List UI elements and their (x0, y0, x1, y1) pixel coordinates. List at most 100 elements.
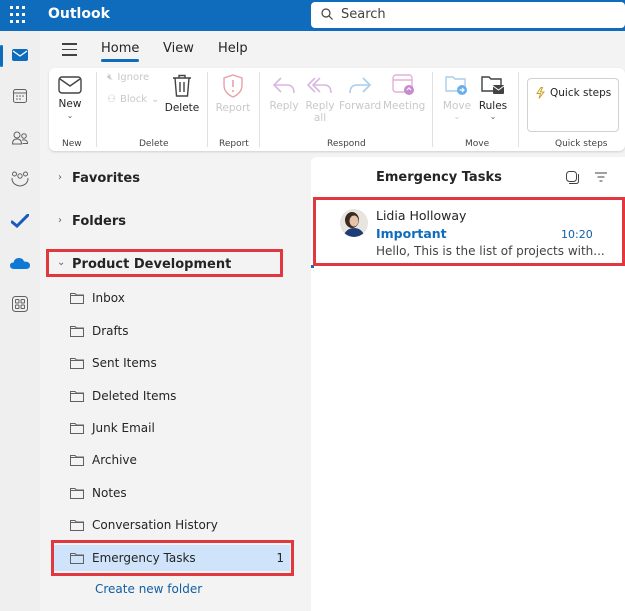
group-label-quick-steps: Quick steps (555, 139, 608, 149)
app-rail (0, 31, 40, 611)
apps-grid-icon (12, 296, 28, 312)
folder-icon (70, 325, 84, 337)
folder-label: Drafts (92, 324, 129, 338)
folder-pane: › Favorites › Folders ⌄ Product Developm… (40, 152, 310, 611)
folder-move-icon (445, 76, 467, 95)
folder-deleted-items[interactable]: Deleted Items (70, 383, 294, 409)
delete-label: Delete (164, 102, 200, 114)
ribbon-divider (518, 72, 519, 147)
folder-label: Inbox (92, 291, 125, 305)
chevron-right-icon[interactable]: › (58, 215, 62, 226)
forward-icon (349, 77, 372, 94)
meeting-button[interactable]: Meeting (383, 74, 425, 112)
message-list: Emergency Tasks Lidia Holloway Important… (311, 157, 625, 611)
folder-icon (70, 390, 84, 402)
ribbon-tabs: Home View Help (40, 31, 625, 67)
hamburger-menu-icon[interactable] (62, 43, 77, 60)
todo-check-icon (11, 214, 29, 228)
tab-view[interactable]: View (163, 41, 194, 56)
meeting-label: Meeting (383, 100, 426, 112)
folder-label: Conversation History (92, 518, 218, 532)
folder-sent-items[interactable]: Sent Items (70, 350, 294, 376)
mail-icon (12, 49, 28, 61)
people-icon (12, 131, 28, 145)
rail-mail[interactable] (0, 37, 40, 73)
quick-steps-gallery[interactable]: Quick steps (527, 78, 619, 132)
folder-drafts[interactable]: Drafts (70, 318, 294, 344)
folder-icon (70, 422, 84, 434)
reply-label: Reply (269, 100, 299, 112)
rail-calendar[interactable] (0, 78, 40, 114)
message-list-title: Emergency Tasks (376, 170, 502, 185)
block-icon: ⚇ (107, 94, 116, 105)
folder-label: Notes (92, 486, 127, 500)
forward-label: Forward (339, 100, 382, 112)
rail-onedrive[interactable] (0, 245, 40, 281)
tab-help[interactable]: Help (218, 41, 248, 56)
report-label: Report (215, 102, 251, 114)
meeting-icon (392, 74, 414, 95)
ignore-button[interactable]: 🔇︎ Ignore (107, 72, 149, 83)
new-mail-button[interactable]: New ⌄ (55, 76, 85, 120)
reply-all-label: Reply (305, 100, 335, 112)
group-label-report: Report (219, 139, 249, 149)
move-label: Move (442, 100, 472, 112)
onedrive-cloud-icon (10, 258, 30, 269)
calendar-icon (13, 89, 27, 103)
chevron-down-icon: ⌄ (66, 111, 74, 120)
folder-icon (70, 519, 84, 531)
chevron-right-icon[interactable]: › (58, 172, 62, 183)
rail-people[interactable] (0, 120, 40, 156)
folder-inbox[interactable]: Inbox (70, 285, 294, 311)
ribbon-divider (432, 72, 433, 147)
delete-button[interactable]: Delete (164, 74, 200, 114)
folder-rules-icon (481, 76, 505, 94)
reply-all-label-2: all (313, 112, 327, 124)
block-button[interactable]: ⚇ Block ⌄ (107, 94, 159, 105)
reply-all-button[interactable]: Reply all (303, 76, 337, 124)
folder-label: Archive (92, 453, 137, 467)
rules-label: Rules (478, 100, 508, 112)
folder-icon (70, 292, 84, 304)
top-bar: Outlook Search (0, 0, 625, 31)
rail-apps[interactable] (0, 286, 40, 322)
folder-notes[interactable]: Notes (70, 480, 294, 506)
group-label-move: Move (465, 139, 490, 149)
group-label-respond: Respond (327, 139, 366, 149)
folder-archive[interactable]: Archive (70, 447, 294, 473)
app-title: Outlook (48, 6, 110, 22)
report-button[interactable]: Report (215, 74, 251, 114)
favorites-section[interactable]: Favorites (72, 171, 140, 186)
folder-icon (70, 454, 84, 466)
ignore-label: Ignore (117, 72, 150, 83)
select-mode-icon[interactable] (566, 171, 579, 184)
ribbon-divider (96, 72, 97, 147)
rail-todo[interactable] (0, 203, 40, 239)
search-icon (321, 8, 333, 20)
reply-button[interactable]: Reply (267, 76, 301, 112)
forward-button[interactable]: Forward (339, 76, 381, 112)
chevron-down-icon: ⌄ (151, 94, 160, 105)
search-input[interactable]: Search (311, 2, 625, 28)
tab-home[interactable]: Home (101, 41, 140, 62)
folders-section[interactable]: Folders (72, 214, 126, 229)
ribbon-divider (207, 72, 208, 147)
new-label: New (58, 98, 82, 110)
trash-icon (173, 74, 191, 97)
block-label: Block (119, 94, 148, 105)
ignore-icon: 🔇︎ (107, 72, 114, 83)
folder-icon (70, 357, 84, 369)
app-launcher-icon[interactable] (10, 6, 28, 24)
highlight-box (51, 540, 294, 576)
quick-steps-label: Quick steps (550, 87, 612, 99)
rules-button[interactable]: Rules ⌄ (477, 74, 509, 121)
folder-junk-email[interactable]: Junk Email (70, 415, 294, 441)
move-button[interactable]: Move ⌄ (441, 74, 473, 121)
group-label-new: New (62, 139, 82, 149)
rail-groups[interactable] (0, 161, 40, 197)
folder-conversation-history[interactable]: Conversation History (70, 512, 294, 538)
group-label-delete: Delete (139, 139, 169, 149)
filter-icon[interactable] (595, 172, 607, 182)
create-new-folder-link[interactable]: Create new folder (95, 582, 202, 596)
highlight-box (313, 197, 625, 266)
